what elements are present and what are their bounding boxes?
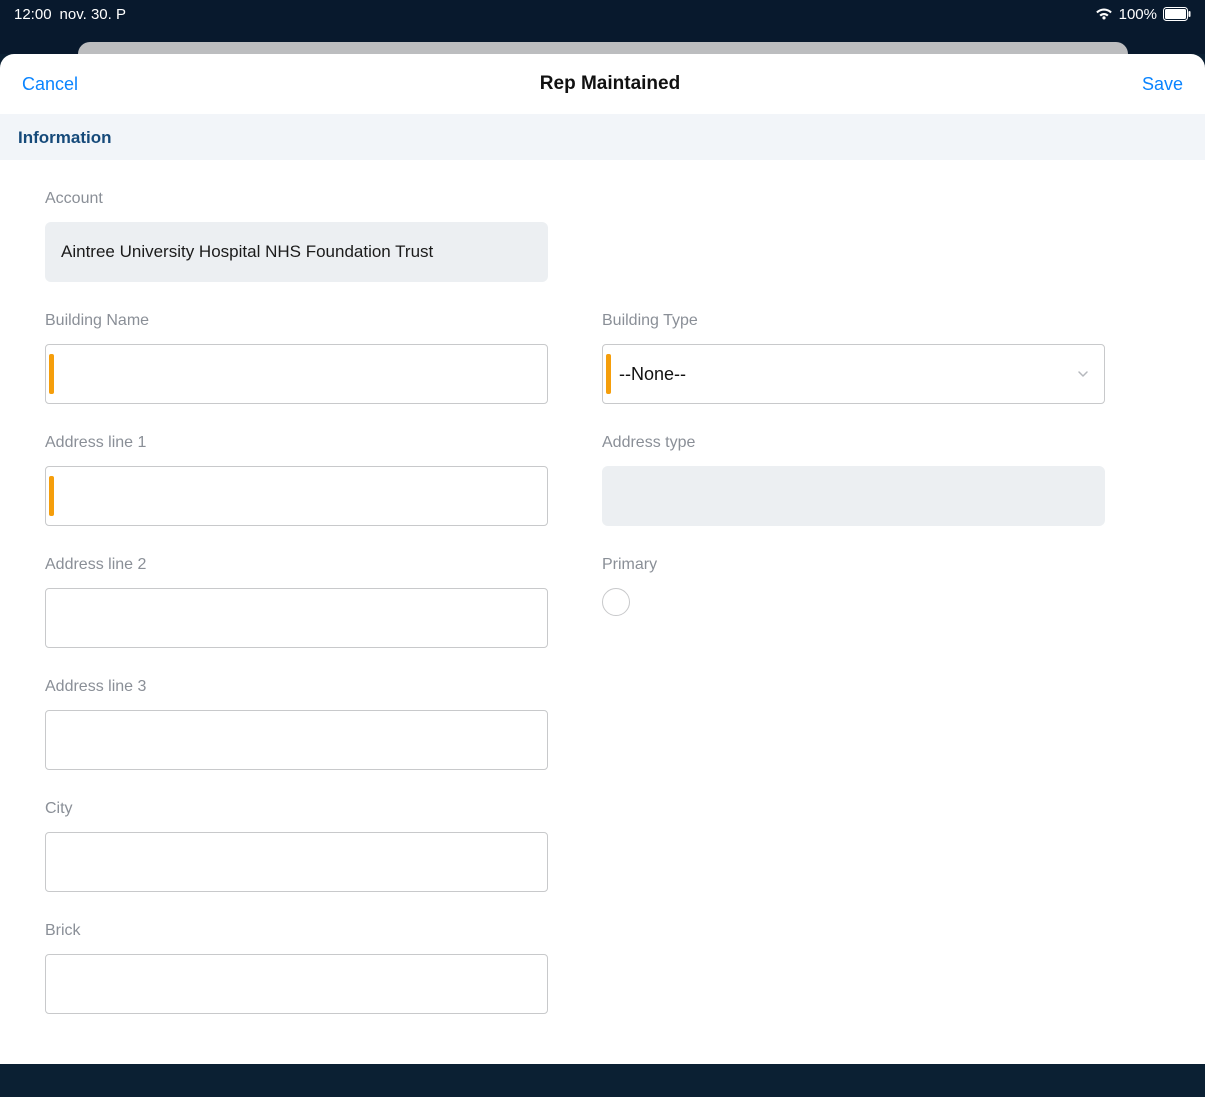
field-building-type: Building Type --None--	[602, 312, 1105, 404]
label-primary: Primary	[602, 556, 1105, 574]
label-brick: Brick	[45, 922, 548, 940]
chevron-down-icon	[1076, 367, 1090, 381]
label-address-type: Address type	[602, 434, 1105, 452]
city-input[interactable]	[45, 832, 548, 892]
field-account: Account Aintree University Hospital NHS …	[45, 190, 548, 282]
background-tab-strip	[0, 42, 1205, 54]
modal-sheet: Cancel Rep Maintained Save Information A…	[0, 54, 1205, 1064]
label-building-name: Building Name	[45, 312, 548, 330]
status-left: 12:00 nov. 30. P	[14, 6, 126, 23]
status-right: 100%	[1095, 6, 1191, 23]
field-building-name: Building Name	[45, 312, 548, 404]
label-address2: Address line 2	[45, 556, 548, 574]
status-time: 12:00	[14, 6, 52, 23]
battery-percent: 100%	[1119, 6, 1157, 23]
dark-band	[0, 28, 1205, 42]
field-brick: Brick	[45, 922, 548, 1014]
address3-input[interactable]	[45, 710, 548, 770]
wifi-icon	[1095, 7, 1113, 21]
battery-icon	[1163, 7, 1191, 21]
label-address3: Address line 3	[45, 678, 548, 696]
address1-input[interactable]	[45, 466, 548, 526]
building-type-select[interactable]: --None--	[602, 344, 1105, 404]
status-bar: 12:00 nov. 30. P 100%	[0, 0, 1205, 28]
field-address-type: Address type	[602, 434, 1105, 526]
building-name-input[interactable]	[45, 344, 548, 404]
modal-header: Cancel Rep Maintained Save	[0, 54, 1205, 114]
save-button[interactable]: Save	[1142, 74, 1183, 95]
brick-input[interactable]	[45, 954, 548, 1014]
primary-radio[interactable]	[602, 588, 630, 616]
status-date: nov. 30. P	[60, 6, 126, 23]
address2-input[interactable]	[45, 588, 548, 648]
field-address3: Address line 3	[45, 678, 548, 770]
label-account: Account	[45, 190, 548, 208]
building-type-value: --None--	[619, 364, 686, 385]
account-readonly: Aintree University Hospital NHS Foundati…	[45, 222, 548, 282]
background-tab-stub	[78, 42, 1128, 54]
section-header-information: Information	[0, 114, 1205, 160]
form-body: Account Aintree University Hospital NHS …	[0, 160, 1205, 1064]
label-address1: Address line 1	[45, 434, 548, 452]
field-address2: Address line 2	[45, 556, 548, 648]
address-type-readonly	[602, 466, 1105, 526]
field-city: City	[45, 800, 548, 892]
cancel-button[interactable]: Cancel	[22, 74, 78, 95]
modal-title: Rep Maintained	[540, 73, 680, 95]
field-primary: Primary	[602, 556, 1105, 616]
field-address1: Address line 1	[45, 434, 548, 526]
label-city: City	[45, 800, 548, 818]
label-building-type: Building Type	[602, 312, 1105, 330]
